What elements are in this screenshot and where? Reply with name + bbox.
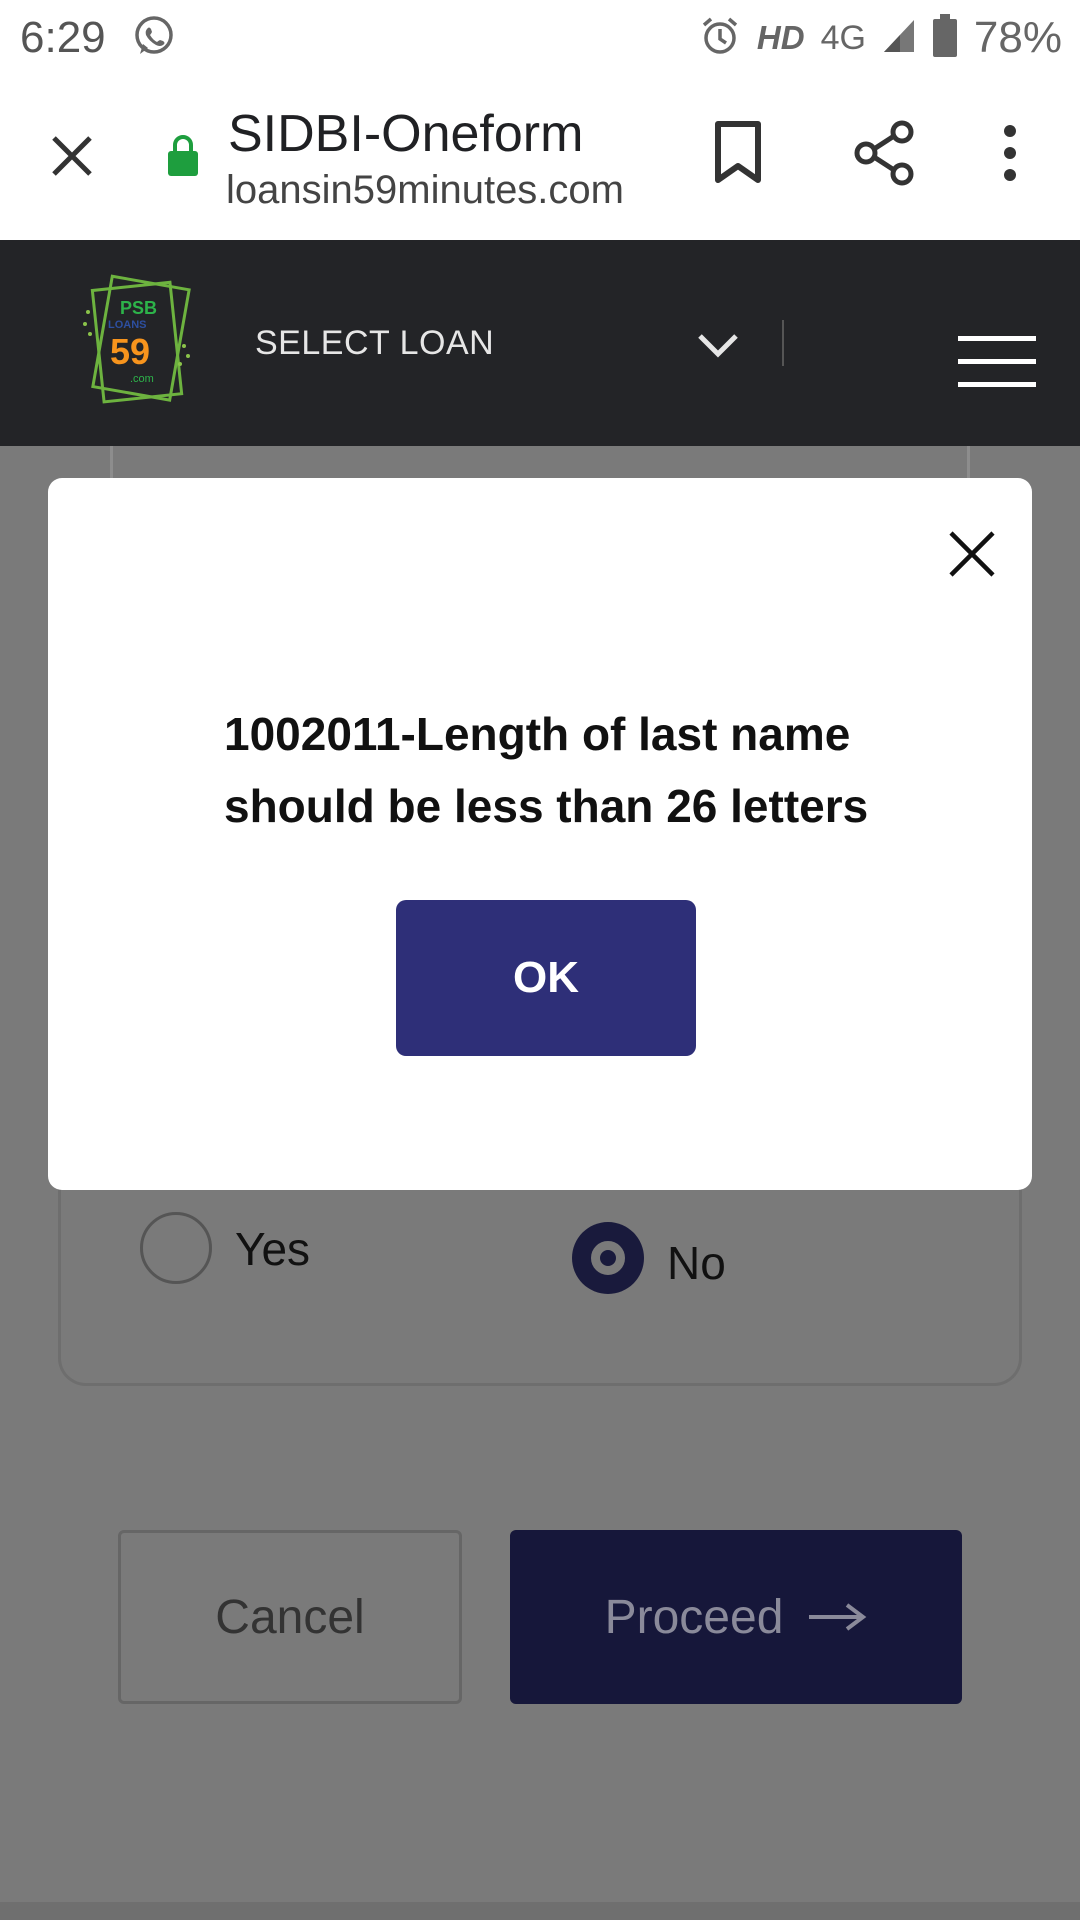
close-icon [949, 531, 995, 577]
proceed-label: Proceed [604, 1590, 784, 1644]
bookmark-icon [715, 121, 761, 183]
select-loan-dropdown[interactable]: SELECT LOAN [255, 324, 494, 363]
error-dialog: 1002011-Length of last name should be le… [48, 478, 1032, 1190]
svg-text:.com: .com [130, 373, 154, 385]
battery-percent: 78% [973, 13, 1062, 62]
svg-text:59: 59 [110, 331, 150, 372]
radio-yes[interactable] [140, 1212, 212, 1284]
arrow-right-icon [809, 1603, 867, 1631]
whatsapp-icon [132, 14, 176, 63]
more-vert-icon [1004, 125, 1016, 181]
signal-icon [882, 18, 916, 59]
svg-text:LOANS: LOANS [108, 319, 147, 331]
lock-icon [166, 132, 200, 183]
page-url[interactable]: loansin59minutes.com [226, 168, 624, 213]
network-type: 4G [820, 18, 866, 57]
header-divider [782, 320, 784, 366]
menu-icon[interactable] [958, 336, 1036, 394]
site-header: PSB LOANS 59 .com SELECT LOAN [0, 240, 1080, 446]
chevron-down-icon[interactable] [696, 328, 740, 362]
cancel-button[interactable]: Cancel [118, 1530, 462, 1704]
bookmark-button[interactable] [712, 120, 764, 186]
page-title: SIDBI-Oneform [228, 105, 584, 163]
browser-toolbar: SIDBI-Oneform loansin59minutes.com [0, 76, 1080, 240]
radio-no-selected[interactable] [572, 1222, 644, 1294]
screen: 6:29 HD 4G 78% SIDBI-Oneform loansin59mi… [0, 0, 1080, 1920]
proceed-button[interactable]: Proceed [510, 1530, 962, 1704]
status-bar: 6:29 HD 4G 78% [0, 0, 1080, 76]
status-right: HD 4G 78% [699, 13, 1062, 63]
share-icon [854, 120, 914, 186]
svg-text:PSB: PSB [120, 298, 157, 318]
ok-button[interactable]: OK [396, 900, 696, 1056]
more-options-button[interactable] [990, 120, 1030, 186]
radio-no-label: No [667, 1237, 726, 1289]
close-tab-button[interactable] [40, 124, 104, 188]
alarm-icon [699, 15, 741, 62]
radio-yes-label: Yes [235, 1223, 311, 1275]
status-left: 6:29 [20, 13, 176, 63]
hd-indicator: HD [756, 19, 805, 56]
ok-label: OK [513, 953, 579, 1002]
status-time: 6:29 [20, 13, 106, 62]
share-button[interactable] [852, 120, 918, 186]
battery-icon [932, 13, 958, 63]
dialog-close-button[interactable] [938, 520, 1006, 588]
dialog-message: 1002011-Length of last name should be le… [224, 708, 869, 832]
cancel-label: Cancel [215, 1590, 365, 1644]
close-icon [52, 136, 92, 176]
bottom-strip [0, 1902, 1080, 1920]
psb-loans-logo[interactable]: PSB LOANS 59 .com [80, 272, 196, 410]
